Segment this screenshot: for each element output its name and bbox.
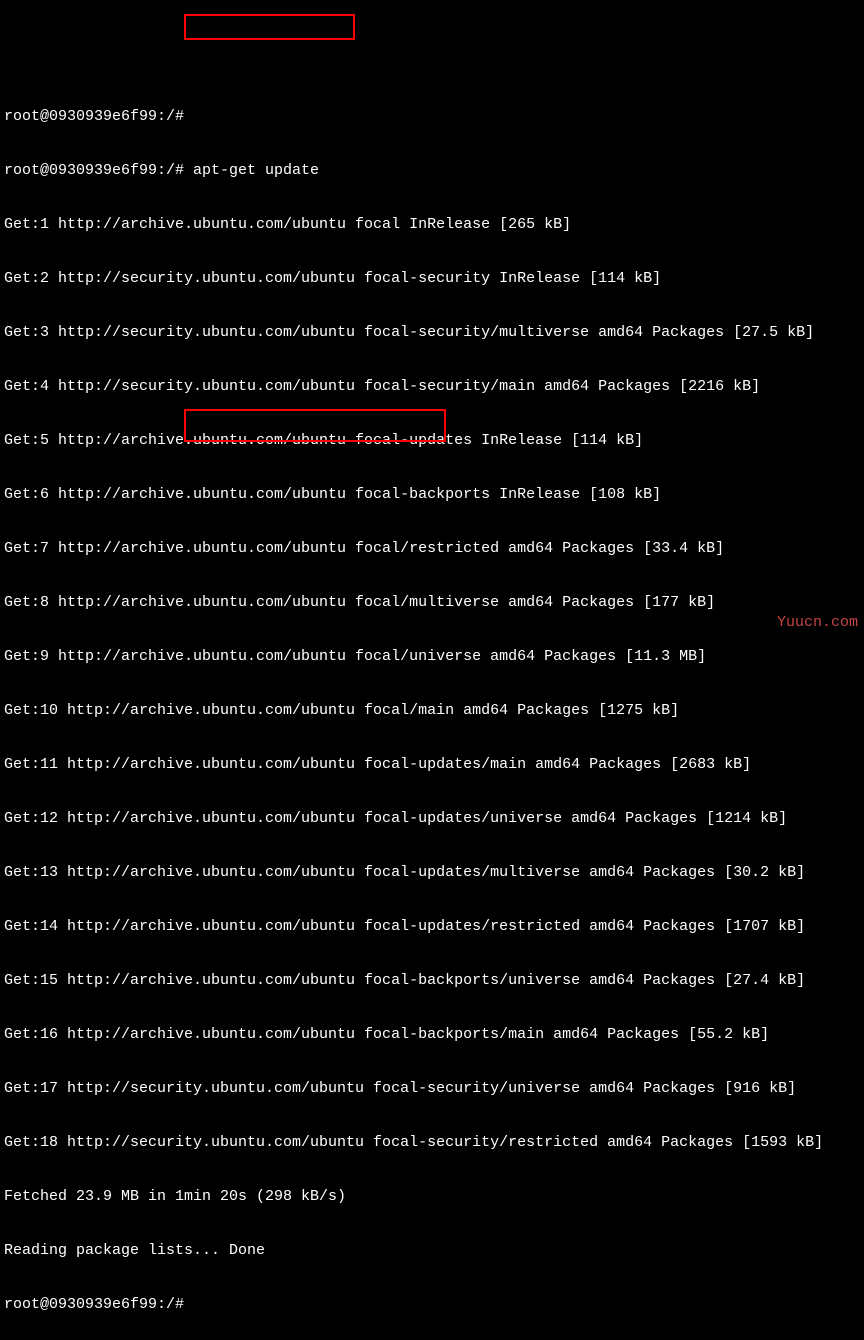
- annotation-box-update: [184, 14, 355, 40]
- terminal-line: Get:3 http://security.ubuntu.com/ubuntu …: [4, 324, 860, 342]
- terminal-line: Get:13 http://archive.ubuntu.com/ubuntu …: [4, 864, 860, 882]
- terminal-line: Get:8 http://archive.ubuntu.com/ubuntu f…: [4, 594, 860, 612]
- terminal-line: Get:18 http://security.ubuntu.com/ubuntu…: [4, 1134, 860, 1152]
- terminal-line: Get:10 http://archive.ubuntu.com/ubuntu …: [4, 702, 860, 720]
- terminal-line: Get:2 http://security.ubuntu.com/ubuntu …: [4, 270, 860, 288]
- terminal-line: Get:4 http://security.ubuntu.com/ubuntu …: [4, 378, 860, 396]
- terminal-line: Get:5 http://archive.ubuntu.com/ubuntu f…: [4, 432, 860, 450]
- terminal-line: Reading package lists... Done: [4, 1242, 860, 1260]
- watermark-text: Yuucn.com: [777, 614, 858, 632]
- terminal-line: root@0930939e6f99:/#: [4, 1296, 860, 1314]
- terminal-line: Get:17 http://security.ubuntu.com/ubuntu…: [4, 1080, 860, 1098]
- terminal-line: root@0930939e6f99:/#: [4, 108, 860, 126]
- terminal-line: Get:1 http://archive.ubuntu.com/ubuntu f…: [4, 216, 860, 234]
- terminal-line: Get:15 http://archive.ubuntu.com/ubuntu …: [4, 972, 860, 990]
- terminal-line: Get:9 http://archive.ubuntu.com/ubuntu f…: [4, 648, 860, 666]
- terminal-line: Get:6 http://archive.ubuntu.com/ubuntu f…: [4, 486, 860, 504]
- terminal-line: Get:14 http://archive.ubuntu.com/ubuntu …: [4, 918, 860, 936]
- terminal-output[interactable]: root@0930939e6f99:/# root@0930939e6f99:/…: [0, 72, 864, 1340]
- terminal-line: Get:11 http://archive.ubuntu.com/ubuntu …: [4, 756, 860, 774]
- terminal-line: Get:7 http://archive.ubuntu.com/ubuntu f…: [4, 540, 860, 558]
- terminal-line: root@0930939e6f99:/# apt-get update: [4, 162, 860, 180]
- terminal-line: Get:12 http://archive.ubuntu.com/ubuntu …: [4, 810, 860, 828]
- terminal-line: Fetched 23.9 MB in 1min 20s (298 kB/s): [4, 1188, 860, 1206]
- terminal-line: Get:16 http://archive.ubuntu.com/ubuntu …: [4, 1026, 860, 1044]
